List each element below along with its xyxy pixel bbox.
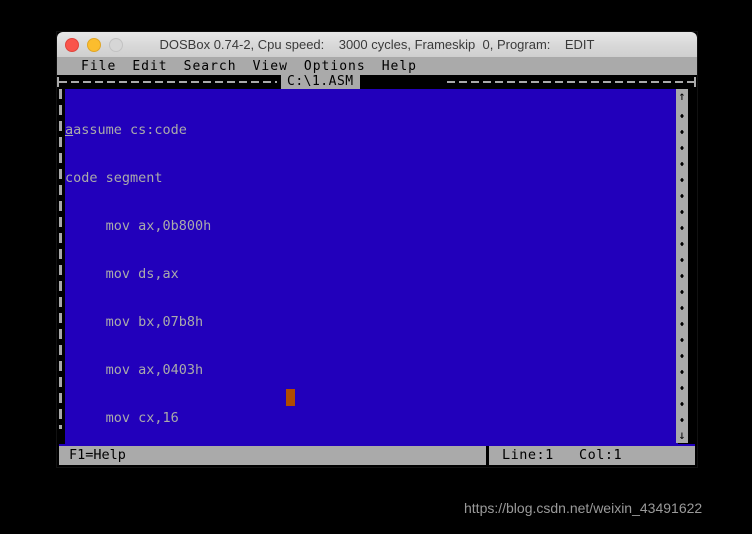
text-cursor: a [65,122,74,138]
maximize-window-icon [109,37,123,52]
close-window-icon[interactable] [65,37,79,52]
code-line-text: assume cs:code [73,122,187,138]
block-cursor [286,389,295,406]
status-help-hint[interactable]: F1=Help [59,446,126,465]
border-dash-left [59,81,277,83]
window-titlebar: DOSBox 0.74-2, Cpu speed: 3000 cycles, F… [57,32,697,58]
editor-frame: C:\1.ASM aassume cs:code code segment mo… [57,75,697,446]
code-line: code segment [65,170,163,186]
code-line: aassume cs:code [65,122,678,138]
traffic-lights [57,37,123,52]
minimize-window-icon[interactable] [87,37,101,52]
status-line-number: Line:1 [502,447,554,463]
scroll-down-arrow-icon[interactable]: ↓ [676,428,688,443]
code-line: mov ax,0403h [65,362,204,378]
watermark-url: https://blog.csdn.net/weixin_43491622 [464,500,703,516]
menu-item-options[interactable]: Options [296,58,374,75]
border-dash-right [447,81,694,83]
menu-bar: File Edit Search View Options Help [57,58,697,75]
code-line: mov cx,16 [65,410,179,426]
vertical-scrollbar[interactable]: ↑ ↓ [676,89,688,443]
window-title: DOSBox 0.74-2, Cpu speed: 3000 cycles, F… [159,37,595,52]
menu-item-search[interactable]: Search [176,58,245,75]
menu-item-help[interactable]: Help [374,58,425,75]
code-line: mov bx,07b8h [65,314,204,330]
code-text-area[interactable]: aassume cs:code code segment mov ax,0b80… [65,89,678,444]
code-line: mov ds,ax [65,266,179,282]
menu-item-view[interactable]: View [245,58,296,75]
editor-window-top-border: C:\1.ASM [57,75,697,89]
status-bar: F1=Help Line:1 Col:1 [57,444,697,465]
status-column-number: Col:1 [579,447,623,463]
menu-item-file[interactable]: File [73,58,124,75]
status-bar-divider [486,446,489,465]
code-line: mov ax,0b800h [65,218,212,234]
scrollbar-track[interactable] [676,104,688,428]
file-title: C:\1.ASM [281,75,360,89]
scroll-up-arrow-icon[interactable]: ↑ [676,89,688,104]
menu-item-edit[interactable]: Edit [124,58,175,75]
dosbox-window: DOSBox 0.74-2, Cpu speed: 3000 cycles, F… [57,32,697,467]
border-endcap-right [694,77,696,87]
editor-left-border [59,89,62,429]
